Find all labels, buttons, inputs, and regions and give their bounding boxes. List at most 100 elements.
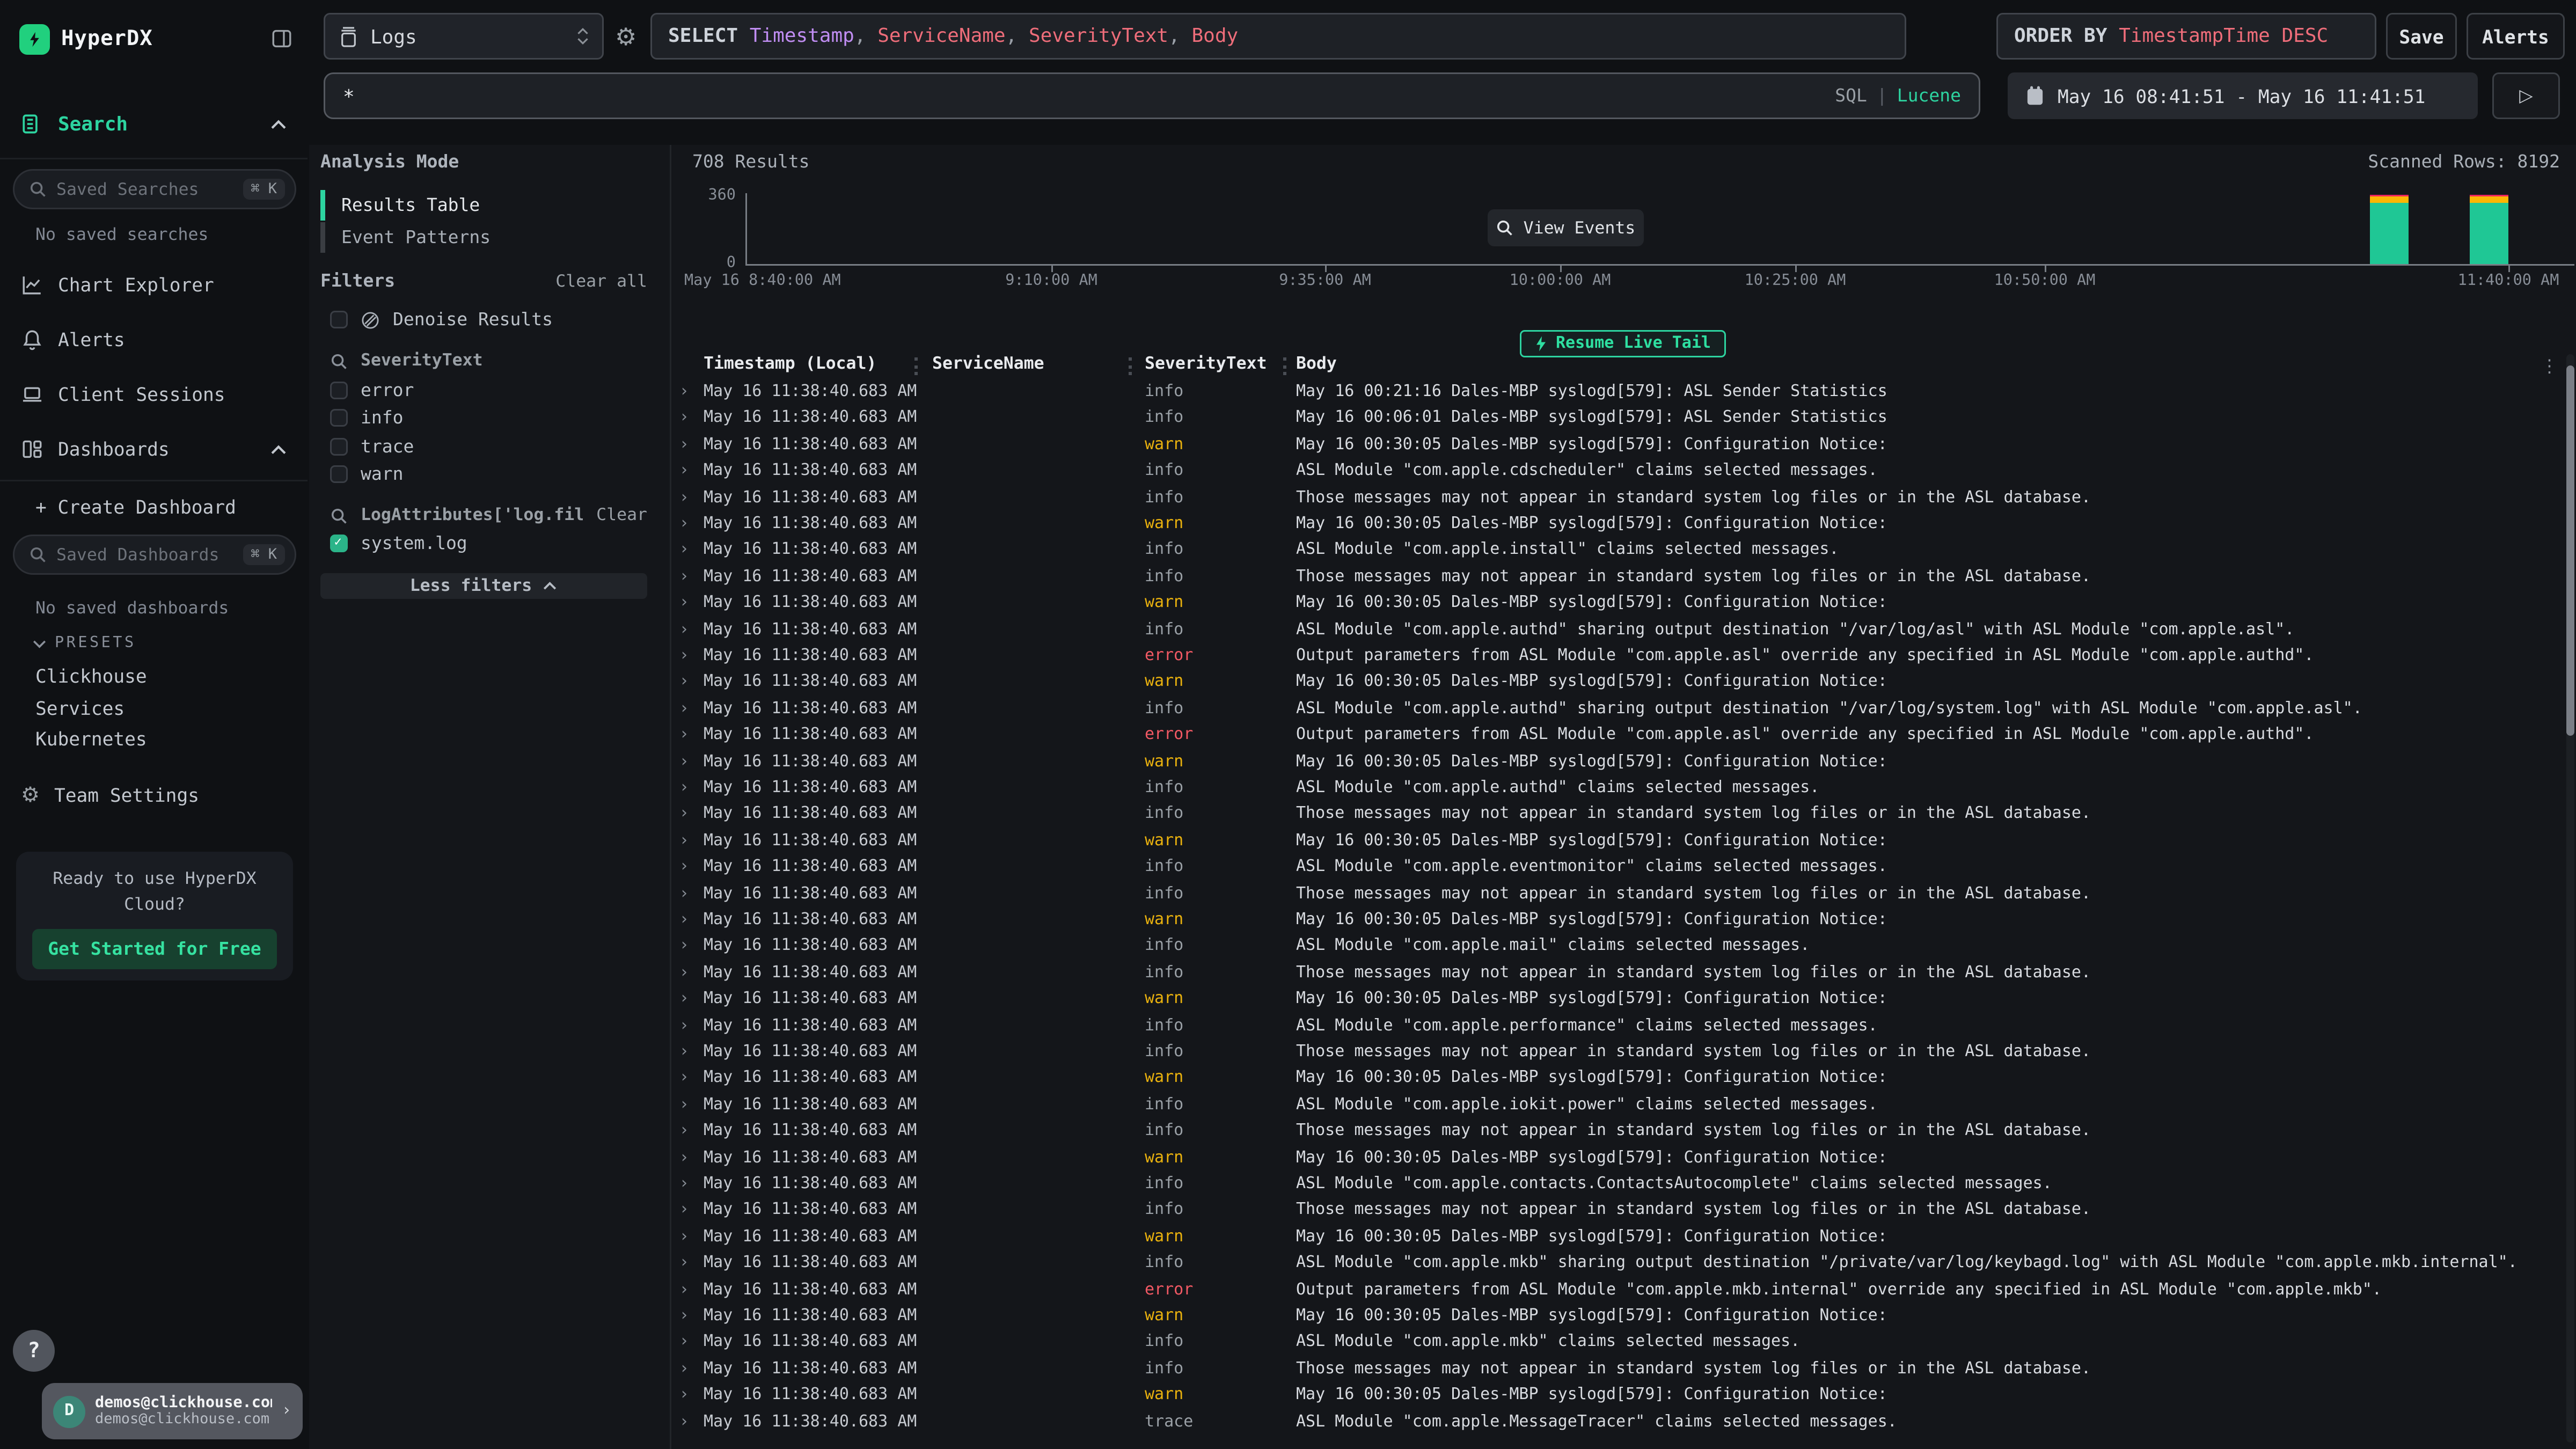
search-query-input[interactable]: * SQL | Lucene <box>324 72 1980 119</box>
saved-dashboards-input[interactable]: Saved Dashboards ⌘ K <box>13 535 296 575</box>
help-button[interactable]: ? <box>13 1330 55 1372</box>
log-row[interactable]: › May 16 11:38:40.683 AM warn May 16 00:… <box>671 512 2576 538</box>
log-row[interactable]: › May 16 11:38:40.683 AM info Those mess… <box>671 1198 2576 1225</box>
filter-option-info[interactable]: info <box>330 408 404 429</box>
row-expand-chevron-icon[interactable]: › <box>681 565 687 591</box>
language-lucene[interactable]: Lucene <box>1897 85 1961 106</box>
row-expand-chevron-icon[interactable]: › <box>681 697 687 723</box>
log-row[interactable]: › May 16 11:38:40.683 AM info Those mess… <box>671 1119 2576 1146</box>
filter-option-trace[interactable]: trace <box>330 436 414 457</box>
row-expand-chevron-icon[interactable]: › <box>681 1357 687 1383</box>
row-expand-chevron-icon[interactable]: › <box>681 1093 687 1119</box>
log-row[interactable]: › May 16 11:38:40.683 AM warn May 16 00:… <box>671 750 2576 776</box>
checkbox[interactable] <box>330 465 348 483</box>
order-by-input[interactable]: ORDER BY TimestampTime DESC <box>1996 13 2376 60</box>
save-button[interactable]: Save <box>2386 13 2457 60</box>
row-expand-chevron-icon[interactable]: › <box>681 1304 687 1330</box>
log-row[interactable]: › May 16 11:38:40.683 AM error Output pa… <box>671 1278 2576 1304</box>
row-expand-chevron-icon[interactable]: › <box>681 433 687 459</box>
row-expand-chevron-icon[interactable]: › <box>681 1014 687 1040</box>
log-row[interactable]: › May 16 11:38:40.683 AM info ASL Module… <box>671 697 2576 723</box>
log-row[interactable]: › May 16 11:38:40.683 AM warn May 16 00:… <box>671 1304 2576 1330</box>
sidebar-item-client-sessions[interactable]: Client Sessions <box>0 372 309 417</box>
log-row[interactable]: › May 16 11:38:40.683 AM info Those mess… <box>671 486 2576 512</box>
row-expand-chevron-icon[interactable]: › <box>681 1066 687 1093</box>
row-expand-chevron-icon[interactable]: › <box>681 1119 687 1146</box>
row-expand-chevron-icon[interactable]: › <box>681 1172 687 1198</box>
sidebar-item-dashboards[interactable]: Dashboards <box>0 427 309 472</box>
log-row[interactable]: › May 16 11:38:40.683 AM trace ASL Modul… <box>671 1410 2576 1436</box>
log-row[interactable]: › May 16 11:38:40.683 AM info ASL Module… <box>671 934 2576 961</box>
log-row[interactable]: › May 16 11:38:40.683 AM warn May 16 00:… <box>671 670 2576 697</box>
denoise-checkbox[interactable] <box>330 311 348 328</box>
row-expand-chevron-icon[interactable]: › <box>681 486 687 512</box>
user-menu[interactable]: D demos@clickhouse.com demos@clickhouse.… <box>42 1383 303 1439</box>
row-expand-chevron-icon[interactable]: › <box>681 406 687 433</box>
row-expand-chevron-icon[interactable]: › <box>681 1278 687 1304</box>
log-row[interactable]: › May 16 11:38:40.683 AM info May 16 00:… <box>671 406 2576 433</box>
checkbox[interactable] <box>330 382 348 399</box>
row-expand-chevron-icon[interactable]: › <box>681 1330 687 1357</box>
row-expand-chevron-icon[interactable]: › <box>681 380 687 406</box>
sidebar-item-alerts[interactable]: Alerts <box>0 317 309 362</box>
row-expand-chevron-icon[interactable]: › <box>681 750 687 776</box>
less-filters-button[interactable]: Less filters <box>320 573 647 599</box>
preset-kubernetes[interactable]: Kubernetes <box>35 728 147 750</box>
log-row[interactable]: › May 16 11:38:40.683 AM warn May 16 00:… <box>671 1146 2576 1172</box>
row-expand-chevron-icon[interactable]: › <box>681 1410 687 1436</box>
chevron-up-icon[interactable] <box>270 119 287 130</box>
mode-results-table[interactable]: Results Table <box>320 190 647 221</box>
sidebar-item-search[interactable]: Search <box>0 101 309 147</box>
alerts-button[interactable]: Alerts <box>2467 13 2565 60</box>
row-expand-chevron-icon[interactable]: › <box>681 961 687 987</box>
row-expand-chevron-icon[interactable]: › <box>681 987 687 1014</box>
row-expand-chevron-icon[interactable]: › <box>681 644 687 670</box>
log-row[interactable]: › May 16 11:38:40.683 AM info May 16 00:… <box>671 380 2576 406</box>
row-expand-chevron-icon[interactable]: › <box>681 1225 687 1251</box>
log-row[interactable]: › May 16 11:38:40.683 AM info Those mess… <box>671 882 2576 908</box>
clear-all-link[interactable]: Clear all <box>555 272 647 291</box>
row-expand-chevron-icon[interactable]: › <box>681 512 687 538</box>
log-row[interactable]: › May 16 11:38:40.683 AM warn May 16 00:… <box>671 591 2576 618</box>
log-row[interactable]: › May 16 11:38:40.683 AM info ASL Module… <box>671 1093 2576 1119</box>
log-row[interactable]: › May 16 11:38:40.683 AM info ASL Module… <box>671 1252 2576 1278</box>
log-row[interactable]: › May 16 11:38:40.683 AM info Those mess… <box>671 565 2576 591</box>
chevron-up-icon[interactable] <box>270 444 287 455</box>
log-row[interactable]: › May 16 11:38:40.683 AM info Those mess… <box>671 1040 2576 1066</box>
preset-services[interactable]: Services <box>35 697 125 720</box>
log-row[interactable]: › May 16 11:38:40.683 AM warn May 16 00:… <box>671 1066 2576 1093</box>
row-expand-chevron-icon[interactable]: › <box>681 829 687 855</box>
language-sql[interactable]: SQL <box>1835 85 1867 106</box>
select-columns-input[interactable]: SELECT Timestamp, ServiceName, SeverityT… <box>650 13 1906 60</box>
log-row[interactable]: › May 16 11:38:40.683 AM warn May 16 00:… <box>671 908 2576 934</box>
sidebar-item-team-settings[interactable]: ⚙ Team Settings <box>0 773 309 818</box>
log-row[interactable]: › May 16 11:38:40.683 AM info Those mess… <box>671 961 2576 987</box>
row-expand-chevron-icon[interactable]: › <box>681 1040 687 1066</box>
checkbox[interactable] <box>330 437 348 455</box>
row-expand-chevron-icon[interactable]: › <box>681 459 687 486</box>
row-expand-chevron-icon[interactable]: › <box>681 1252 687 1278</box>
scrollbar-track[interactable] <box>2566 354 2574 1443</box>
get-started-button[interactable]: Get Started for Free <box>32 929 277 969</box>
log-row[interactable]: › May 16 11:38:40.683 AM info ASL Module… <box>671 538 2576 565</box>
run-query-button[interactable]: ▷ <box>2492 72 2560 119</box>
filter-option-system.log[interactable]: system.log <box>330 533 467 554</box>
log-row[interactable]: › May 16 11:38:40.683 AM info ASL Module… <box>671 459 2576 486</box>
log-row[interactable]: › May 16 11:38:40.683 AM info ASL Module… <box>671 855 2576 882</box>
log-row[interactable]: › May 16 11:38:40.683 AM info ASL Module… <box>671 1330 2576 1357</box>
log-row[interactable]: › May 16 11:38:40.683 AM error Output pa… <box>671 644 2576 670</box>
log-row[interactable]: › May 16 11:38:40.683 AM warn May 16 00:… <box>671 433 2576 459</box>
language-toggle[interactable]: SQL | Lucene <box>1835 85 1961 106</box>
log-row[interactable]: › May 16 11:38:40.683 AM info ASL Module… <box>671 776 2576 802</box>
scrollbar-thumb[interactable] <box>2566 365 2574 736</box>
saved-searches-input[interactable]: Saved Searches ⌘ K <box>13 169 296 209</box>
row-expand-chevron-icon[interactable]: › <box>681 776 687 802</box>
date-range-picker[interactable]: May 16 08:41:51 - May 16 11:41:51 <box>2008 72 2478 119</box>
filter-option-warn[interactable]: warn <box>330 464 404 485</box>
row-expand-chevron-icon[interactable]: › <box>681 538 687 565</box>
row-expand-chevron-icon[interactable]: › <box>681 670 687 697</box>
row-expand-chevron-icon[interactable]: › <box>681 934 687 961</box>
row-expand-chevron-icon[interactable]: › <box>681 855 687 882</box>
log-row[interactable]: › May 16 11:38:40.683 AM warn May 16 00:… <box>671 987 2576 1014</box>
filter-option-error[interactable]: error <box>330 380 414 401</box>
